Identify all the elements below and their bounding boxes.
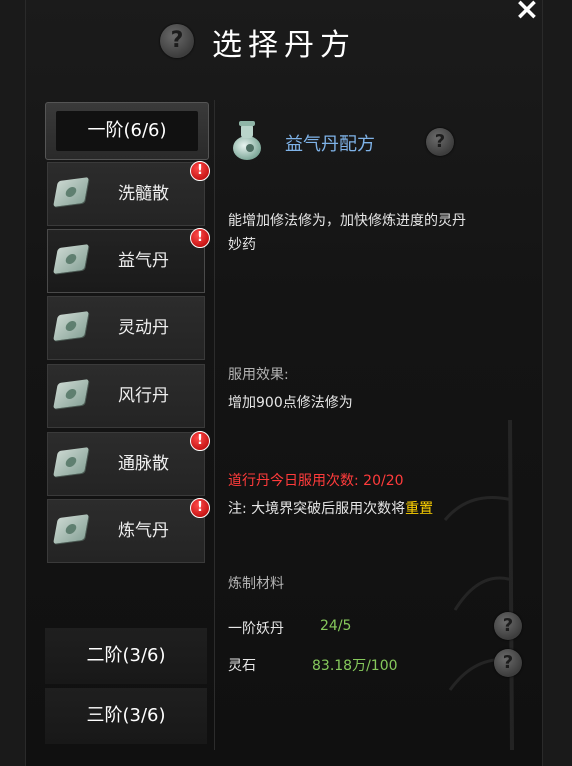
recipe-detail-title: 益气丹配方 bbox=[285, 134, 375, 155]
alert-icon: ! bbox=[190, 431, 210, 451]
effect-text: 增加900点修法修为 bbox=[228, 395, 353, 411]
recipe-scroll-icon bbox=[53, 311, 89, 341]
recipe-label: 洗髓散 bbox=[118, 184, 169, 204]
recipe-label: 灵动丹 bbox=[118, 318, 169, 338]
recipe-item-yiqidan[interactable]: 益气丹 ! bbox=[47, 228, 210, 293]
material-amount: 83.18万/100 bbox=[312, 658, 398, 674]
recipe-item-lianqidan[interactable]: 炼气丹 ! bbox=[47, 498, 210, 563]
tier-tab-label: 一阶(6/6) bbox=[87, 120, 167, 141]
recipe-label: 通脉散 bbox=[118, 454, 169, 474]
recipe-label: 益气丹 bbox=[118, 251, 169, 271]
close-icon[interactable]: × bbox=[512, 0, 542, 25]
alert-icon: ! bbox=[190, 161, 210, 181]
tier-tab-2[interactable]: 二阶(3/6) bbox=[45, 628, 207, 684]
materials-label: 炼制材料 bbox=[228, 576, 284, 592]
column-divider bbox=[214, 100, 215, 750]
material-name: 一阶妖丹 bbox=[228, 621, 284, 637]
recipe-scroll-icon bbox=[53, 514, 89, 544]
recipe-label: 炼气丹 bbox=[118, 521, 169, 541]
recipe-item-xisuisan[interactable]: 洗髓散 ! bbox=[47, 161, 210, 226]
tier-tab-3[interactable]: 三阶(3/6) bbox=[45, 688, 207, 744]
daily-limit: 道行丹今日服用次数: 20/20 bbox=[228, 470, 404, 490]
recipe-scroll-icon bbox=[53, 379, 89, 409]
recipe-label: 风行丹 bbox=[118, 386, 169, 406]
daily-limit-value: 20/20 bbox=[363, 473, 404, 489]
title-help-icon[interactable]: ? bbox=[160, 24, 194, 58]
recipe-scroll-icon bbox=[53, 447, 89, 477]
material-help-icon[interactable]: ? bbox=[494, 612, 522, 640]
effect-label: 服用效果: bbox=[228, 367, 289, 383]
bamboo-decoration bbox=[443, 420, 514, 750]
recipe-description-cont: 妙药 bbox=[228, 237, 256, 253]
recipe-scroll-icon bbox=[53, 177, 89, 207]
reset-note: 注: 大境界突破后服用次数将重置 bbox=[228, 498, 433, 518]
recipe-item-fengxingdan[interactable]: 风行丹 bbox=[47, 364, 205, 428]
reset-note-highlight: 重置 bbox=[405, 501, 434, 517]
material-amount: 24/5 bbox=[320, 618, 352, 634]
daily-limit-label: 道行丹今日服用次数: bbox=[228, 473, 364, 489]
recipe-scroll-icon bbox=[53, 244, 89, 274]
tier-tab-1[interactable]: 一阶(6/6) bbox=[45, 102, 209, 160]
alert-icon: ! bbox=[190, 228, 210, 248]
recipe-help-icon[interactable]: ? bbox=[426, 128, 454, 156]
material-help-icon[interactable]: ? bbox=[494, 649, 522, 677]
recipe-description: 能增加修法修为，加快修炼进度的灵丹 bbox=[228, 213, 466, 229]
alert-icon: ! bbox=[190, 498, 210, 518]
reset-note-text: 注: 大境界突破后服用次数将 bbox=[228, 501, 406, 517]
material-name: 灵石 bbox=[228, 658, 256, 674]
pill-bottle-icon bbox=[233, 121, 261, 160]
recipe-item-lingdongdan[interactable]: 灵动丹 bbox=[47, 296, 205, 360]
page-title: 选择丹方 bbox=[212, 28, 356, 63]
recipe-item-tongmaisan[interactable]: 通脉散 ! bbox=[47, 431, 210, 496]
